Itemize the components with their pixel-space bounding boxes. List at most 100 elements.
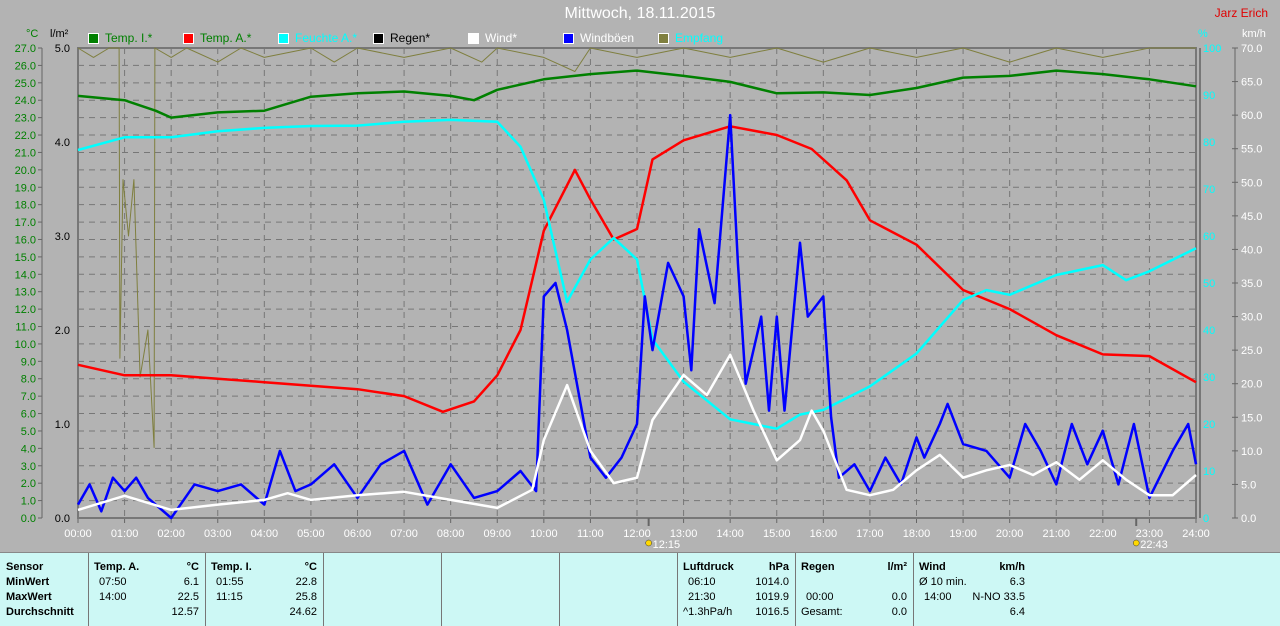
annotation-label: 12:15 [653, 539, 681, 551]
wind-avg: 6.4 [1009, 606, 1025, 618]
legend-item: Empfang [658, 31, 723, 45]
x-tick-label: 19:00 [949, 528, 977, 540]
temp-i-max: 25.8 [295, 591, 317, 603]
temp-i-min: 22.8 [295, 576, 317, 588]
temp-tick-label: 23.0 [15, 113, 36, 125]
x-tick-label: 11:00 [577, 528, 604, 540]
temp-tick-label: 14.0 [15, 269, 36, 281]
x-tick-label: 14:00 [716, 528, 744, 540]
temp-tick-label: 8.0 [21, 374, 36, 386]
wind-tick-label: 20.0 [1241, 379, 1262, 391]
wind-tick-label: 25.0 [1241, 345, 1262, 357]
legend-label: Regen* [390, 31, 431, 45]
temp-tick-label: 25.0 [15, 78, 36, 90]
wind-axis-unit: km/h [1242, 28, 1266, 40]
temp-tick-label: 21.0 [15, 147, 36, 159]
wind-tick-label: 60.0 [1241, 110, 1262, 122]
wind-max-time: 14:00 [924, 591, 952, 603]
temp-a-min: 6.1 [183, 576, 199, 588]
x-tick-label: 10:00 [530, 528, 558, 540]
wind-tick-label: 55.0 [1241, 144, 1262, 156]
temp-tick-label: 7.0 [21, 391, 36, 403]
temp-tick-label: 17.0 [15, 217, 36, 229]
x-tick-label: 05:00 [297, 528, 325, 540]
x-tick-label: 08:00 [437, 528, 465, 540]
stats-avg-label: Durchschnitt [6, 606, 74, 618]
humidity-tick-label: 60 [1203, 231, 1215, 243]
humidity-tick-label: 50 [1203, 278, 1215, 290]
wind-tick-label: 15.0 [1241, 412, 1262, 424]
humidity-tick-label: 40 [1203, 325, 1215, 337]
rain-tick-label: 0.0 [55, 513, 70, 525]
legend-label: Wind* [485, 31, 518, 45]
weather-chart: 00:00 01:00 02:00 03:00 04:00 05:00 06:00 07:00… [15, 28, 1266, 551]
wind-tick-label: 35.0 [1241, 278, 1262, 290]
pressure-min: 1014.0 [755, 576, 789, 588]
stats-labels-column: Sensor MinWert MaxWert Durchschnitt [0, 553, 89, 626]
rain-title: Regen [801, 561, 835, 573]
pressure-min-time: 06:10 [688, 576, 716, 588]
stats-empty-column [559, 553, 678, 626]
humidity-tick-label: 20 [1203, 419, 1215, 431]
stats-min-label: MinWert [6, 576, 50, 588]
legend-label: Windböen [580, 31, 635, 45]
wind-tick-label: 30.0 [1241, 312, 1262, 324]
legend-item: Windböen [563, 31, 634, 45]
legend-item: Regen* [373, 31, 430, 45]
humidity-tick-label: 10 [1203, 466, 1215, 478]
legend-label: Feuchte A.* [295, 31, 358, 45]
legend-label: Empfang [675, 31, 724, 45]
legend-swatch [658, 32, 669, 44]
x-tick-label: 18:00 [903, 528, 931, 540]
stats-sensor-label: Sensor [6, 561, 44, 573]
temp-tick-label: 6.0 [21, 409, 36, 421]
rain-unit: l/m² [887, 561, 907, 573]
pressure-unit: hPa [768, 561, 789, 573]
rain-value: 0.0 [891, 591, 907, 603]
temp-a-unit: °C [186, 561, 199, 573]
rain-tick-label: 1.0 [55, 419, 70, 431]
sun-moon-icon [1132, 539, 1140, 547]
x-tick-label: 01:00 [111, 528, 139, 540]
pressure-current: 1016.5 [755, 606, 789, 618]
temp-tick-label: 15.0 [15, 252, 36, 264]
temp-tick-label: 27.0 [15, 43, 36, 55]
temp-tick-label: 12.0 [15, 304, 36, 316]
legend-swatch [468, 32, 479, 44]
x-tick-label: 03:00 [204, 528, 232, 540]
temp-i-max-time: 11:15 [216, 591, 243, 603]
temp-tick-label: 5.0 [21, 426, 36, 438]
rain-tick-label: 2.0 [55, 325, 70, 337]
x-tick-label: 20:00 [996, 528, 1024, 540]
x-tick-label: 15:00 [763, 528, 791, 540]
humidity-tick-label: 80 [1203, 137, 1215, 149]
stats-panel: Sensor MinWert MaxWert Durchschnitt Temp… [0, 552, 1280, 626]
temp-a-avg: 12.57 [171, 606, 199, 618]
stats-rain-column: Regen l/m² 00:00 0.0 Gesamt: 0.0 [795, 553, 914, 626]
stats-temp-a-column: Temp. A. °C 07:50 6.1 14:00 22.5 12.57 [88, 553, 206, 626]
x-tick-label: 00:00 [64, 528, 92, 540]
x-tick-label: 17:00 [856, 528, 884, 540]
stats-pressure-column: Luftdruck hPa 06:10 1014.0 21:30 1019.9 ^1.… [677, 553, 796, 626]
humidity-tick-label: 0 [1203, 513, 1209, 525]
rain-axis-unit: l/m² [50, 28, 69, 40]
x-tick-label: 09:00 [483, 528, 511, 540]
stats-empty-column [323, 553, 442, 626]
chart-title: Mittwoch, 18.11.2015 [564, 5, 716, 22]
temp-axis-unit: °C [26, 28, 38, 40]
temp-tick-label: 18.0 [15, 200, 36, 212]
x-tick-label: 16:00 [810, 528, 838, 540]
legend-swatch [88, 32, 99, 44]
legend-swatch [183, 32, 194, 44]
x-tick-label: 22:00 [1089, 528, 1117, 540]
pressure-trend: ^1.3hPa/h [683, 606, 733, 618]
author-label: Jarz Erich [1214, 6, 1268, 20]
wind-tick-label: 45.0 [1241, 211, 1262, 223]
x-tick-label: 04:00 [251, 528, 279, 540]
rain-total: 0.0 [891, 606, 907, 618]
temp-i-unit: °C [304, 561, 317, 573]
x-tick-label: 12:00 [623, 528, 651, 540]
temp-tick-label: 2.0 [21, 478, 36, 490]
pressure-max: 1019.9 [755, 591, 789, 603]
x-tick-label: 24:00 [1182, 528, 1210, 540]
